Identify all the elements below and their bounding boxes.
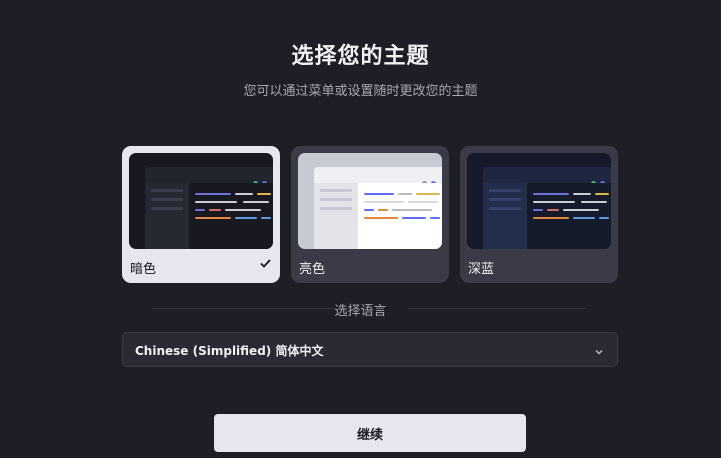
- language-section-label: 选择语言: [334, 304, 387, 319]
- theme-card-navy[interactable]: 深蓝: [460, 146, 618, 283]
- chevron-down-icon: [593, 343, 605, 355]
- theme-onboarding-page: 选择您的主题 您可以通过菜单或设置随时更改您的主题 暗色 亮色 深蓝 选择语言 …: [0, 0, 721, 458]
- language-select[interactable]: Chinese (Simplified) 简体中文: [122, 332, 618, 367]
- language-select-value: Chinese (Simplified) 简体中文: [135, 344, 324, 358]
- theme-card-light[interactable]: 亮色: [291, 146, 449, 283]
- page-title: 选择您的主题: [291, 44, 430, 69]
- theme-preview-navy: [467, 153, 611, 249]
- divider-right: [408, 308, 586, 309]
- page-subtitle: 您可以通过菜单或设置随时更改您的主题: [243, 84, 478, 99]
- theme-preview-dark: [129, 153, 273, 249]
- theme-card-dark[interactable]: 暗色: [122, 146, 280, 283]
- checkmark-icon: [260, 257, 271, 272]
- theme-label-light: 亮色: [299, 262, 326, 277]
- continue-button[interactable]: 继续: [214, 414, 526, 452]
- theme-label-dark: 暗色: [130, 262, 157, 277]
- theme-label-navy: 深蓝: [468, 262, 495, 277]
- theme-preview-light: [298, 153, 442, 249]
